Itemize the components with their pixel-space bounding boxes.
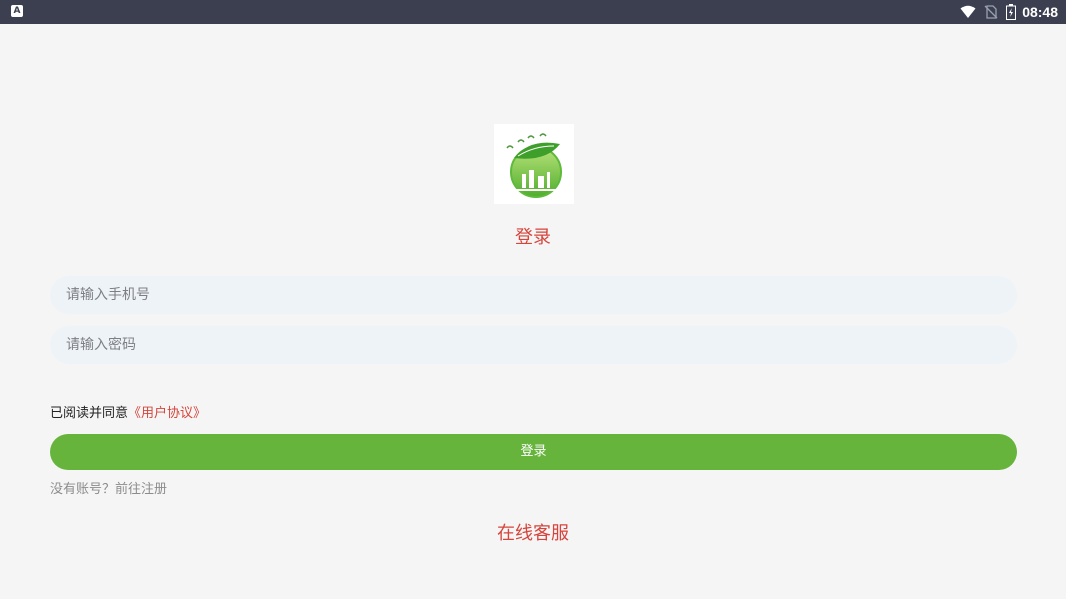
- agreement-text: 已阅读并同意: [50, 406, 129, 421]
- wifi-icon: [960, 5, 976, 18]
- app-logo-image: [506, 133, 562, 198]
- status-bar: A 08:48: [0, 0, 1066, 24]
- register-link[interactable]: 没有账号？前往注册: [50, 481, 167, 499]
- page-title: 登录: [515, 227, 551, 248]
- notification-app-letter: A: [13, 6, 21, 16]
- no-sim-icon: [984, 5, 998, 19]
- battery-icon: [1006, 4, 1017, 20]
- notification-app-icon: A: [11, 5, 23, 17]
- user-agreement-link[interactable]: 《用户协议》: [128, 406, 206, 421]
- status-time: 08:48: [1022, 4, 1058, 20]
- login-button[interactable]: 登录: [50, 434, 1017, 470]
- online-service-link[interactable]: 在线客服: [433, 522, 633, 546]
- password-input[interactable]: [50, 326, 1017, 364]
- phone-input[interactable]: [50, 276, 1017, 314]
- app-logo: [494, 124, 574, 204]
- status-icons: 08:48: [960, 0, 1058, 24]
- agreement-row: 已阅读并同意《用户协议》: [50, 405, 206, 423]
